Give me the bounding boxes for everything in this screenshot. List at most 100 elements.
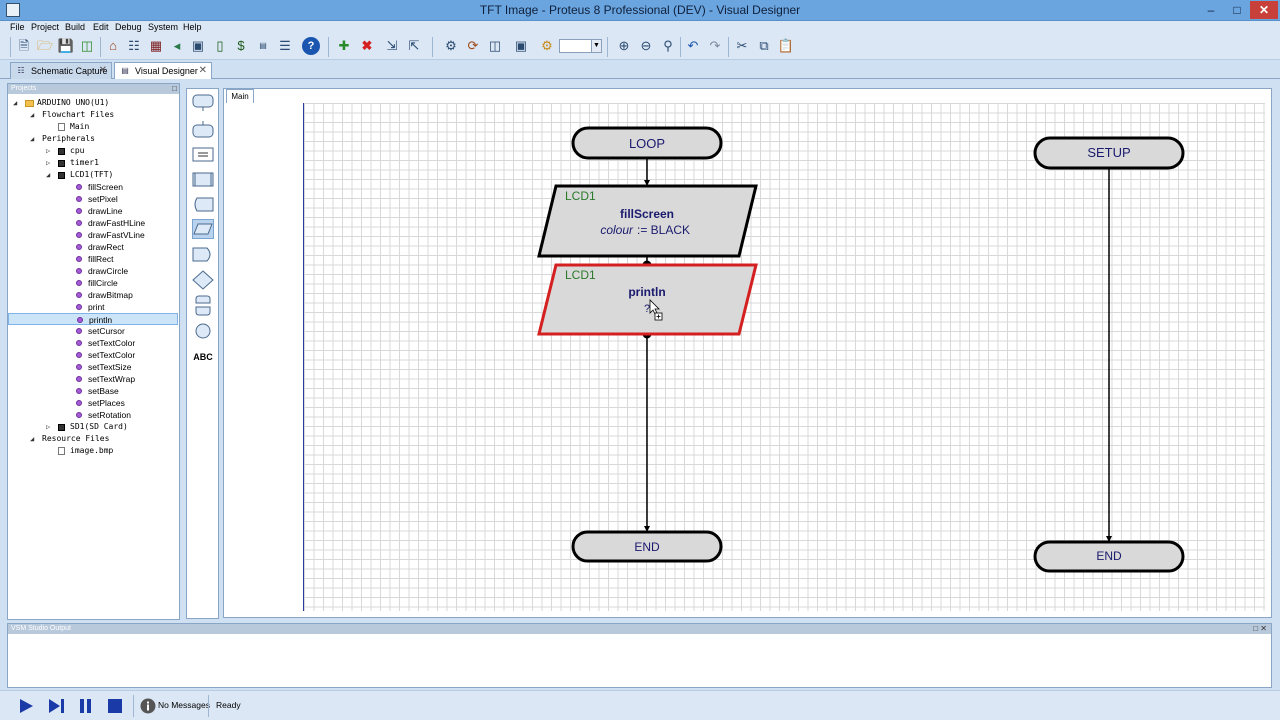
chip-icon[interactable]: ▣ — [512, 37, 530, 55]
tree-item-sd1-sd-card[interactable]: ▷ SD1(SD Card) — [8, 421, 178, 433]
help-icon[interactable]: ? — [302, 37, 320, 55]
3d-view-icon[interactable]: ◂ — [168, 37, 186, 55]
junction-tool[interactable] — [192, 321, 214, 341]
tree-item-drawrect[interactable]: drawRect — [8, 241, 178, 253]
cost-icon[interactable]: $ — [232, 37, 250, 55]
pin-icon[interactable]: □ ✕ — [1253, 624, 1267, 634]
text-label-tool[interactable]: ABC — [192, 347, 214, 367]
open-folder-icon[interactable]: 🗁 — [36, 37, 54, 55]
menu-build[interactable]: Build — [65, 21, 85, 34]
maximize-button[interactable]: □ — [1224, 1, 1250, 19]
assignment-block-tool[interactable] — [192, 145, 214, 165]
tree-item-println[interactable]: println — [8, 313, 178, 325]
tree-item-drawfastvline[interactable]: drawFastVLine — [8, 229, 178, 241]
bill-of-materials-icon[interactable]: ▯ — [211, 37, 229, 55]
tree-item-setplaces[interactable]: setPlaces — [8, 397, 178, 409]
settings-icon[interactable]: ⚙ — [538, 37, 556, 55]
home-icon[interactable]: ⌂ — [104, 37, 122, 55]
menu-help[interactable]: Help — [183, 21, 202, 34]
expand-icon[interactable]: ▷ — [46, 157, 50, 169]
tree-item-fillscreen[interactable]: fillScreen — [8, 181, 178, 193]
tree-item-fillrect[interactable]: fillRect — [8, 253, 178, 265]
zoom-fit-icon[interactable]: ⚲ — [659, 37, 677, 55]
stop-button[interactable] — [105, 697, 125, 715]
delay-block-tool[interactable] — [192, 245, 214, 265]
tree-item-settextwrap[interactable]: setTextWrap — [8, 373, 178, 385]
zoom-in-icon[interactable]: ⊕ — [615, 37, 633, 55]
menu-edit[interactable]: Edit — [93, 21, 109, 34]
clean-icon[interactable]: ◫ — [486, 37, 504, 55]
end-block-tool[interactable] — [192, 121, 214, 141]
build-icon[interactable]: ⚙ — [442, 37, 460, 55]
close-icon[interactable]: ✕ — [199, 63, 207, 79]
tree-item-main[interactable]: Main — [8, 121, 178, 133]
close-button[interactable]: ✕ — [1250, 1, 1278, 19]
collapse-icon[interactable]: ◢ — [46, 169, 50, 181]
tree-item-drawbitmap[interactable]: drawBitmap — [8, 289, 178, 301]
tree-item-print[interactable]: print — [8, 301, 178, 313]
rebuild-icon[interactable]: ⟳ — [464, 37, 482, 55]
redo-icon[interactable]: ↷ — [706, 37, 724, 55]
undo-icon[interactable]: ↶ — [684, 37, 702, 55]
zoom-out-icon[interactable]: ⊖ — [637, 37, 655, 55]
tab-schematic-capture[interactable]: ☷ Schematic Capture ✕ — [10, 62, 112, 79]
tree-item-timer1[interactable]: ▷ timer1 — [8, 157, 178, 169]
tree-item-fillcircle[interactable]: fillCircle — [8, 277, 178, 289]
decision-block-tool[interactable] — [192, 270, 214, 290]
copy-icon[interactable]: ⧉ — [755, 37, 773, 55]
storage-block-tool[interactable] — [192, 195, 214, 215]
import-icon[interactable]: ◫ — [78, 37, 96, 55]
menu-system[interactable]: System — [148, 21, 178, 34]
expand-icon[interactable]: ▷ — [46, 145, 50, 157]
import-sheet-icon[interactable]: ⇱ — [405, 37, 423, 55]
collapse-icon[interactable]: ◢ — [30, 109, 34, 121]
tree-item-arduino-uno-u1[interactable]: ◢ ARDUINO UNO(U1) — [8, 97, 178, 109]
step-button[interactable] — [46, 697, 66, 715]
tree-item-drawcircle[interactable]: drawCircle — [8, 265, 178, 277]
tree-item-settextsize[interactable]: setTextSize — [8, 361, 178, 373]
tree-item-setbase[interactable]: setBase — [8, 385, 178, 397]
tree-item-peripherals[interactable]: ◢ Peripherals — [8, 133, 178, 145]
tab-main[interactable]: Main — [226, 89, 254, 103]
event-block-tool[interactable] — [192, 91, 214, 111]
tab-visual-designer[interactable]: ▤ Visual Designer ✕ — [114, 62, 212, 79]
tree-item-settextcolor[interactable]: setTextColor — [8, 349, 178, 361]
pcb-icon[interactable]: ▦ — [147, 37, 165, 55]
loop-block-tool[interactable] — [192, 295, 214, 316]
chevron-down-icon[interactable]: ▼ — [591, 40, 601, 52]
design-explorer-icon[interactable]: ▤ — [254, 37, 272, 55]
tree-item-cpu[interactable]: ▷ cpu — [8, 145, 178, 157]
report-icon[interactable]: ☰ — [276, 37, 294, 55]
collapse-icon[interactable]: ◢ — [13, 97, 17, 109]
menu-file[interactable]: File — [10, 21, 25, 34]
tree-item-resource-files[interactable]: ◢ Resource Files — [8, 433, 178, 445]
minimize-button[interactable]: – — [1198, 1, 1224, 19]
close-icon[interactable]: ✕ — [99, 63, 107, 79]
menu-project[interactable]: Project — [31, 21, 59, 34]
new-file-icon[interactable]: 🗎 — [15, 37, 33, 55]
messages-status[interactable]: No Messages — [158, 698, 210, 712]
tree-item-image-bmp[interactable]: image.bmp — [8, 445, 178, 457]
collapse-icon[interactable]: ◢ — [30, 133, 34, 145]
gerber-icon[interactable]: ▣ — [189, 37, 207, 55]
add-icon[interactable]: ✚ — [335, 37, 353, 55]
pin-icon[interactable]: □ — [172, 84, 177, 94]
io-block-tool[interactable] — [192, 219, 214, 239]
cut-icon[interactable]: ✂ — [733, 37, 751, 55]
tree-item-setrotation[interactable]: setRotation — [8, 409, 178, 421]
messages-button[interactable] — [139, 697, 159, 715]
tree-item-settextcolor[interactable]: setTextColor — [8, 337, 178, 349]
zoom-combo[interactable]: ▼ — [559, 39, 602, 53]
play-button[interactable] — [16, 697, 36, 715]
tree-item-setcursor[interactable]: setCursor — [8, 325, 178, 337]
tree-item-drawfasthline[interactable]: drawFastHLine — [8, 217, 178, 229]
tree-item-flowchart-files[interactable]: ◢ Flowchart Files — [8, 109, 178, 121]
paste-icon[interactable]: 📋 — [777, 37, 795, 55]
save-icon[interactable]: 💾 — [57, 37, 75, 55]
expand-icon[interactable]: ▷ — [46, 421, 50, 433]
tree-item-lcd1-tft[interactable]: ◢ LCD1(TFT) — [8, 169, 178, 181]
tree-item-drawline[interactable]: drawLine — [8, 205, 178, 217]
delete-icon[interactable]: ✖ — [358, 37, 376, 55]
pause-button[interactable] — [76, 697, 96, 715]
menu-debug[interactable]: Debug — [115, 21, 142, 34]
